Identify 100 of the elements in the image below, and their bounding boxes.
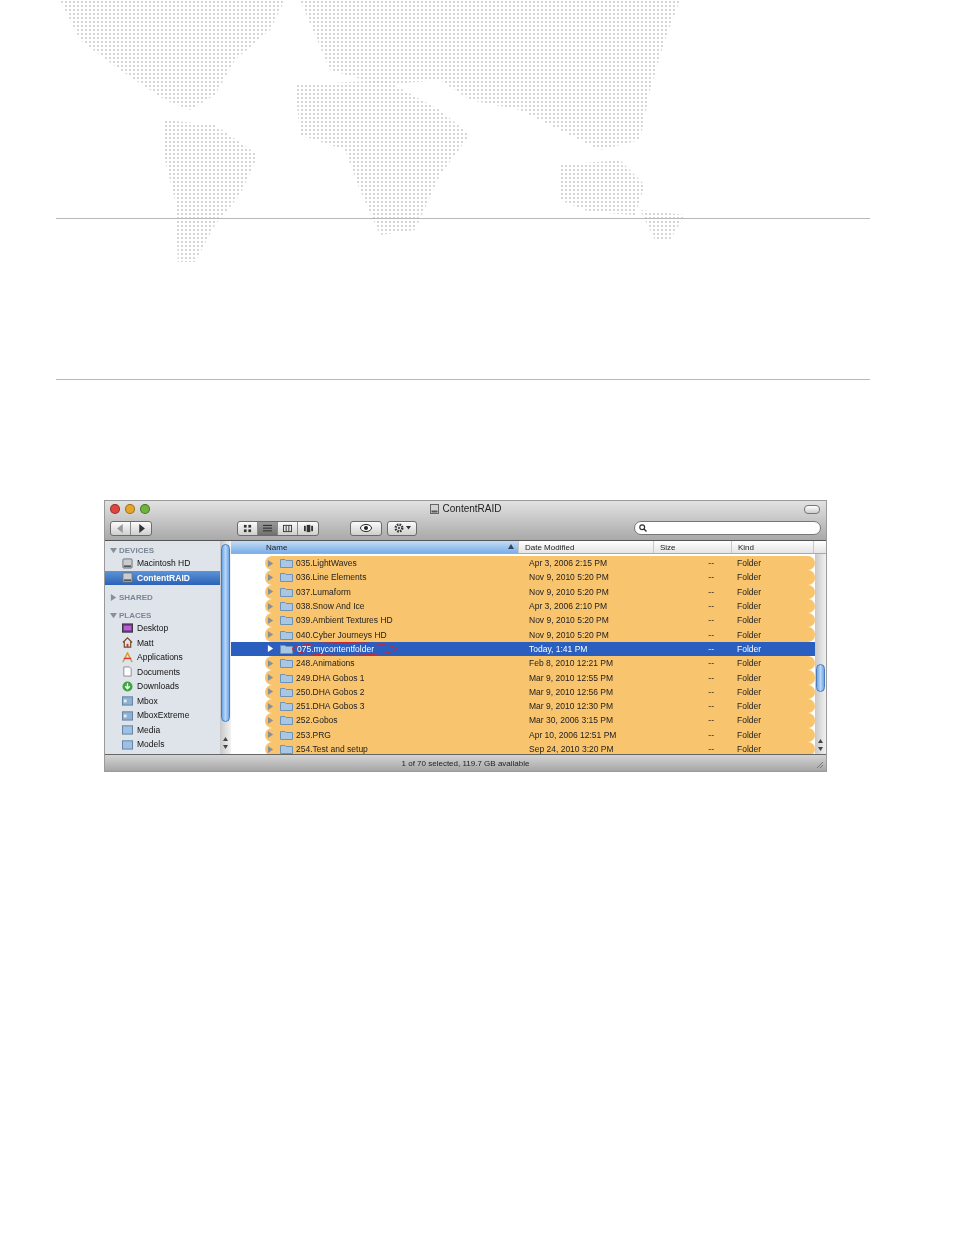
scroll-thumb[interactable] bbox=[221, 544, 230, 722]
date-cell-text: Mar 9, 2010 12:55 PM bbox=[528, 672, 615, 683]
kind-cell-text: Folder bbox=[736, 744, 762, 754]
disclosure-triangle-icon[interactable] bbox=[110, 611, 117, 619]
date-cell-text: Nov 9, 2010 5:20 PM bbox=[528, 586, 610, 597]
column-header[interactable]: Kind bbox=[732, 541, 814, 553]
size-cell-text: -- bbox=[707, 658, 714, 669]
kind-cell-text: Folder bbox=[736, 586, 762, 597]
size-cell-text: -- bbox=[707, 572, 714, 583]
status-text: 1 of 70 selected, 119.7 GB available bbox=[401, 758, 530, 768]
date-cell-text: Sep 24, 2010 3:20 PM bbox=[528, 744, 615, 754]
window-title: ContentRAID bbox=[442, 503, 502, 514]
kind-cell-text: Folder bbox=[736, 615, 762, 626]
file-name: 035.LightWaves bbox=[296, 558, 357, 569]
file-name: 252.Gobos bbox=[296, 715, 338, 726]
right-arrow-icon bbox=[136, 523, 146, 533]
sidebar-item[interactable]: Documents bbox=[105, 664, 220, 679]
sidebar-item[interactable]: Downloads bbox=[105, 679, 220, 694]
file-name: 040.Cyber Journeys HD bbox=[296, 629, 387, 640]
scrollbar[interactable] bbox=[220, 541, 231, 754]
file-name: 253.PRG bbox=[296, 729, 331, 740]
size-cell-text: -- bbox=[707, 586, 714, 597]
date-cell-text: Feb 8, 2010 12:21 PM bbox=[528, 658, 615, 669]
kind-cell-text: Folder bbox=[736, 601, 762, 612]
file-row[interactable]: 252.Gobos Mar 30, 2006 3:15 PM -- Folder bbox=[265, 713, 815, 728]
file-row[interactable]: 249.DHA Gobos 1 Mar 9, 2010 12:55 PM -- Folder bbox=[265, 670, 815, 685]
file-row[interactable]: 036.Line Elements Nov 9, 2010 5:20 PM -- Folder bbox=[265, 570, 815, 585]
size-cell-text: -- bbox=[707, 672, 714, 683]
folder-icon bbox=[122, 695, 133, 707]
sidebar-item[interactable]: Desktop bbox=[105, 621, 220, 636]
minimize-button[interactable] bbox=[125, 504, 135, 514]
file-name: 251.DHA Gobos 3 bbox=[296, 701, 365, 712]
column-header[interactable]: Date Modified bbox=[519, 541, 654, 553]
kind-cell-text: Folder bbox=[736, 672, 762, 683]
sidebar-item[interactable]: Mbox bbox=[105, 693, 220, 708]
toolbar-toggle-button[interactable] bbox=[804, 505, 820, 514]
sidebar-item[interactable]: Applications bbox=[105, 650, 220, 665]
kind-cell-text: Folder bbox=[736, 686, 762, 697]
hard-drive-icon bbox=[122, 572, 133, 584]
sidebar-item[interactable]: Macintosh HD bbox=[105, 556, 220, 571]
kind-cell-text: Folder bbox=[736, 658, 762, 669]
sidebar-item[interactable]: Models bbox=[105, 737, 220, 752]
column-view-icon bbox=[283, 523, 292, 533]
file-name: 248.Animations bbox=[296, 658, 355, 669]
column-header[interactable]: Name bbox=[231, 541, 519, 553]
sidebar-item[interactable]: MboxExtreme bbox=[105, 708, 220, 723]
search-field[interactable] bbox=[634, 521, 821, 535]
sidebar-section-header: SHARED bbox=[119, 592, 153, 602]
close-button[interactable] bbox=[110, 504, 120, 514]
kind-cell-text: Folder bbox=[736, 701, 762, 712]
size-cell-text: -- bbox=[707, 686, 714, 697]
date-cell-text: Nov 9, 2010 5:20 PM bbox=[528, 615, 610, 626]
file-row[interactable]: 040.Cyber Journeys HD Nov 9, 2010 5:20 PM -- Folder bbox=[265, 627, 815, 642]
sidebar-item[interactable]: ContentRAID bbox=[105, 570, 220, 585]
file-name: 038.Snow And Ice bbox=[296, 601, 365, 612]
date-cell-text: Mar 9, 2010 12:56 PM bbox=[528, 686, 615, 697]
disclosure-triangle-icon[interactable] bbox=[110, 546, 117, 554]
size-cell-text: -- bbox=[707, 629, 714, 640]
download-icon bbox=[122, 680, 133, 692]
resize-grip-icon[interactable] bbox=[815, 760, 824, 769]
file-row[interactable]: 248.Animations Feb 8, 2010 12:21 PM -- Folder bbox=[265, 656, 815, 671]
sort-ascending-icon bbox=[508, 544, 514, 549]
kind-cell-text: Folder bbox=[736, 558, 762, 569]
house-icon bbox=[122, 637, 133, 649]
size-cell-text: -- bbox=[707, 729, 714, 740]
quick-look-button[interactable] bbox=[350, 520, 382, 536]
file-name: 249.DHA Gobos 1 bbox=[296, 672, 365, 683]
zoom-button[interactable] bbox=[140, 504, 150, 514]
list-view-button[interactable] bbox=[258, 521, 278, 535]
kind-cell-text: Folder bbox=[736, 572, 762, 583]
gear-icon bbox=[393, 523, 404, 533]
file-name: 254.Test and setup bbox=[296, 744, 368, 754]
file-row[interactable]: 039.Ambient Textures HD Nov 9, 2010 5:20 PM -- Folder bbox=[265, 613, 815, 628]
file-name: 036.Line Elements bbox=[296, 572, 367, 583]
sidebar-section-header: DEVICES bbox=[119, 545, 155, 555]
folder-icon bbox=[122, 724, 133, 736]
file-name: 039.Ambient Textures HD bbox=[296, 615, 393, 626]
column-header[interactable]: Size bbox=[654, 541, 732, 553]
size-cell-text: -- bbox=[707, 601, 714, 612]
size-cell-text: -- bbox=[707, 643, 714, 654]
date-cell-text: Nov 9, 2010 5:20 PM bbox=[528, 572, 610, 583]
hard-drive-icon bbox=[122, 557, 133, 569]
date-cell-text: Mar 9, 2010 12:30 PM bbox=[528, 701, 615, 712]
icon-view-icon bbox=[243, 523, 252, 533]
size-cell-text: -- bbox=[707, 615, 714, 626]
scroll-thumb[interactable] bbox=[816, 664, 825, 692]
folder-icon bbox=[122, 709, 133, 721]
disclosure-triangle-icon[interactable] bbox=[110, 593, 117, 601]
list-view-icon bbox=[263, 523, 272, 533]
date-cell-text: Apr 10, 2006 12:51 PM bbox=[528, 729, 618, 740]
file-row[interactable]: 035.LightWaves Apr 3, 2006 2:15 PM -- Folder bbox=[265, 556, 815, 571]
eye-icon bbox=[360, 524, 372, 532]
sidebar-item[interactable]: Matt bbox=[105, 635, 220, 650]
scrollbar[interactable] bbox=[815, 554, 826, 757]
folder-icon bbox=[122, 738, 133, 750]
date-cell-text: Today, 1:41 PM bbox=[528, 643, 589, 654]
search-icon bbox=[639, 524, 647, 532]
action-menu-button[interactable] bbox=[387, 520, 417, 536]
sidebar-item[interactable]: Media bbox=[105, 722, 220, 737]
date-cell-text: Mar 30, 2006 3:15 PM bbox=[528, 715, 615, 726]
